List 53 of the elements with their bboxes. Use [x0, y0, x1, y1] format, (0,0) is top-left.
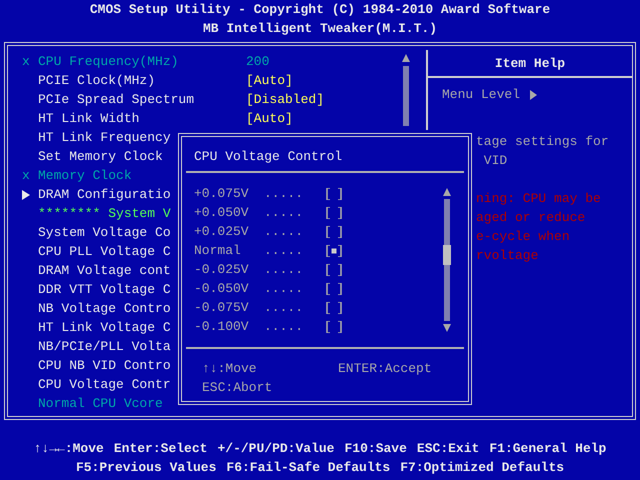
voltage-option[interactable]: +0.075V ..... — [194, 184, 342, 203]
scroll-bar[interactable] — [402, 54, 410, 126]
option-checkbox[interactable] — [326, 321, 342, 333]
help-text: ning: CPU may be — [476, 191, 601, 206]
scroll-bar[interactable] — [443, 188, 451, 332]
voltage-option[interactable]: -0.025V ..... — [194, 260, 342, 279]
key-hint: ESC:Exit — [416, 440, 480, 458]
key-hint: ENTER:Accept — [338, 360, 433, 378]
setting-label[interactable]: PCIe Spread Spectrum — [38, 90, 246, 109]
help-text: VID — [482, 153, 508, 168]
voltage-option[interactable]: Normal ..... — [194, 241, 342, 260]
submenu-arrow-icon — [22, 190, 30, 200]
key-hint: ESC:Abort — [202, 379, 274, 397]
menu-level-label: Menu Level — [442, 86, 520, 104]
setting-label[interactable]: PCIE Clock(MHz) — [38, 71, 246, 90]
setting-value[interactable]: [Auto] — [246, 109, 293, 128]
key-hint: F7:Optimized Defaults — [400, 459, 564, 477]
help-text: e-cycle when — [476, 229, 570, 244]
dialog-title: CPU Voltage Control — [186, 141, 464, 173]
help-text: aged or reduce — [476, 210, 586, 225]
setting-label[interactable]: HT Link Width — [38, 109, 246, 128]
key-hint: F10:Save — [344, 440, 407, 458]
setting-value[interactable]: 200 — [246, 52, 270, 71]
help-text: tage settings for — [476, 134, 609, 149]
menu-level-arrow-icon — [530, 90, 538, 100]
voltage-option[interactable]: -0.100V ..... — [194, 317, 342, 336]
key-hint: +/-/PU/PD:Value — [217, 440, 334, 458]
key-hint: F6:Fail-Safe Defaults — [226, 459, 390, 477]
key-hint: F5:Previous Values — [76, 459, 216, 477]
setting-value[interactable]: [Auto] — [246, 71, 293, 90]
locked-marker: x — [22, 53, 30, 71]
help-text: rvoltage — [476, 248, 538, 263]
help-title: Item Help — [428, 50, 632, 78]
voltage-option[interactable]: +0.050V ..... — [194, 203, 342, 222]
option-checkbox[interactable] — [326, 283, 342, 295]
voltage-option[interactable]: -0.050V ..... — [194, 279, 342, 298]
option-checkbox[interactable] — [326, 245, 342, 257]
setting-label[interactable]: CPU Frequency(MHz) — [38, 52, 246, 71]
option-checkbox[interactable] — [326, 207, 342, 219]
setting-value[interactable]: [Disabled] — [246, 90, 324, 109]
option-checkbox[interactable] — [326, 188, 342, 200]
option-checkbox[interactable] — [326, 226, 342, 238]
voltage-option[interactable]: -0.075V ..... — [194, 298, 342, 317]
screen-title: CMOS Setup Utility - Copyright (C) 1984-2010 Award Software — [90, 1, 550, 19]
voltage-option[interactable]: +0.025V ..... — [194, 222, 342, 241]
screen-subtitle: MB Intelligent Tweaker(M.I.T.) — [202, 20, 438, 38]
locked-marker: x — [22, 167, 30, 185]
option-checkbox[interactable] — [326, 264, 342, 276]
option-checkbox[interactable] — [326, 302, 342, 314]
key-hint: ↑↓:Move — [202, 360, 258, 378]
key-hint: F1:General Help — [489, 440, 606, 458]
key-hint: Enter:Select — [114, 440, 208, 458]
key-hint: ↑↓→←:Move — [34, 440, 104, 458]
